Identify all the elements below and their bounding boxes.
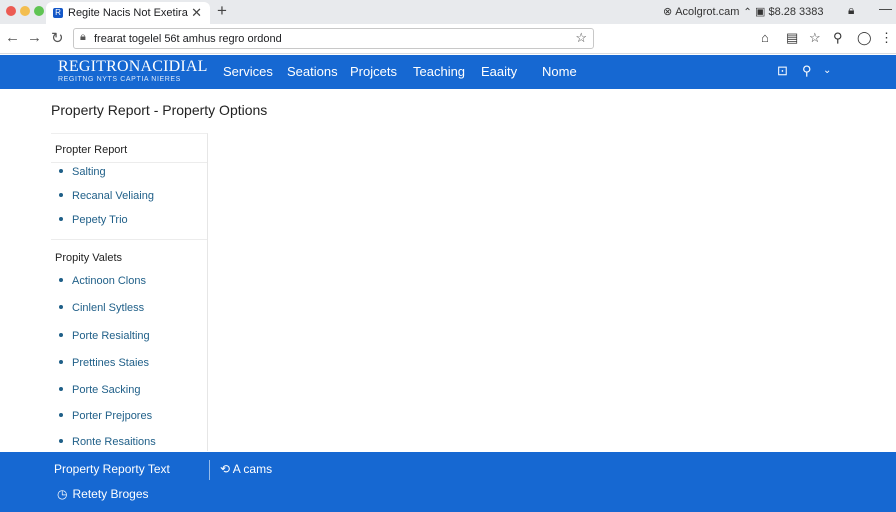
tab-title: Regite Nacis Not Exetira — [68, 7, 188, 19]
tab-close-icon[interactable]: ✕ — [191, 5, 202, 21]
bullet-icon — [59, 439, 63, 444]
browser-tab-strip: R Regite Nacis Not Exetira ✕ + ⊗ Acolgrot… — [0, 0, 896, 24]
sidebar-item-label: Cinlenl Sytless — [72, 302, 145, 314]
sidebar-item-label: Actinoon Clons — [72, 275, 146, 287]
cart-icon[interactable]: ⊡ — [777, 63, 788, 79]
footer-action-link[interactable]: ⟲ A cams — [220, 462, 272, 476]
logo-tagline: REGITNG NYTS CAPTIA NIERES — [58, 76, 181, 83]
lock-icon[interactable]: 🔒︎ — [848, 3, 854, 18]
bullet-icon — [59, 360, 63, 365]
share-icon: ⟲ — [220, 462, 231, 476]
sidebar-section-title: Propter Report — [55, 144, 128, 156]
minimize-icon[interactable]: — — [879, 1, 892, 16]
sidebar-item-prettines-staies[interactable]: Prettines Staies — [59, 357, 149, 369]
padlock-icon[interactable]: 🔒︎ — [80, 31, 86, 44]
site-favicon-icon: R — [53, 8, 63, 18]
clipboard-icon[interactable]: ▤ — [786, 30, 798, 46]
sidebar-item-porte-sacking[interactable]: Porte Sacking — [59, 384, 140, 396]
sidebar-item-label: Pepety Trio — [72, 214, 128, 226]
footer-title: Property Reporty Text — [54, 462, 170, 476]
bookmark-star-icon[interactable]: ☆ — [575, 30, 587, 46]
address-bar[interactable]: 🔒︎ frearat togelel 56t amhus regro ordon… — [73, 28, 594, 49]
browser-toolbar: ← → ↻ 🔒︎ frearat togelel 56t amhus regro… — [0, 24, 896, 54]
bullet-icon — [59, 305, 63, 310]
bullet-icon — [59, 387, 63, 392]
footer-divider — [209, 460, 210, 480]
section-divider — [51, 162, 207, 163]
nav-nome[interactable]: Nome — [542, 64, 577, 79]
chevron-up-icon: ⌃ — [743, 7, 752, 18]
back-arrow-icon[interactable]: ← — [5, 29, 20, 46]
window-close-button[interactable] — [6, 6, 16, 16]
bullet-icon — [59, 169, 63, 174]
account-circle-icon[interactable]: ◯ — [857, 30, 872, 46]
sidebar-item-label: Ronte Resaitions — [72, 436, 156, 448]
new-tab-button[interactable]: + — [217, 1, 227, 21]
footer-action-label: A cams — [232, 462, 273, 476]
bullet-icon — [59, 278, 63, 283]
sidebar-item-porter-prejpores[interactable]: Porter Prejpores — [59, 410, 152, 422]
page-title: Property Report - Property Options — [51, 102, 268, 118]
account-icon: ⊗ — [663, 6, 673, 18]
reload-icon[interactable]: ↻ — [51, 29, 64, 47]
nav-seations[interactable]: Seations — [287, 64, 338, 79]
sidebar-panel: Propter Report Salting Recanal Veliaing … — [51, 133, 208, 451]
sidebar-item-cinlenl-sytless[interactable]: Cinlenl Sytless — [59, 302, 144, 314]
nav-projcets[interactable]: Projcets — [350, 64, 397, 79]
site-logo[interactable]: REGITRONACIDIAL REGITNG NYTS CAPTIA NIER… — [58, 59, 208, 84]
bullet-icon — [59, 217, 63, 222]
url-text[interactable]: frearat togelel 56t amhus regro ordond — [94, 33, 282, 45]
bullet-icon — [59, 193, 63, 198]
calendar-icon: ▣ — [755, 6, 766, 18]
sidebar-item-salting[interactable]: Salting — [59, 166, 106, 178]
search-icon[interactable]: ⚲ — [802, 63, 812, 79]
site-footer: Property Reporty Text ⟲ A cams ◷ Retety B… — [0, 452, 896, 512]
sidebar-item-label: Porter Prejpores — [72, 410, 153, 422]
footer-link-label: Retety Broges — [72, 487, 149, 501]
extension-label: $8.28 3383 — [768, 6, 824, 18]
star-icon[interactable]: ☆ — [809, 30, 821, 46]
sidebar-item-ronte-resaitions[interactable]: Ronte Resaitions — [59, 436, 156, 448]
clock-icon: ◷ — [57, 487, 68, 501]
site-header: REGITRONACIDIAL REGITNG NYTS CAPTIA NIER… — [0, 55, 896, 89]
window-maximize-button[interactable] — [34, 6, 44, 16]
nav-services[interactable]: Services — [223, 64, 273, 79]
bullet-icon — [59, 333, 63, 338]
sidebar-section-title: Propity Valets — [55, 252, 123, 264]
bullet-icon — [59, 413, 63, 418]
window-minimize-button[interactable] — [20, 6, 30, 16]
forward-arrow-icon[interactable]: → — [27, 29, 42, 46]
footer-bottom-link[interactable]: ◷ Retety Broges — [57, 487, 149, 501]
nav-eaaity[interactable]: Eaaity — [481, 64, 517, 79]
nav-teaching[interactable]: Teaching — [413, 64, 465, 79]
sidebar-item-porte-resialting[interactable]: Porte Resialting — [59, 330, 150, 342]
section-divider — [51, 239, 207, 240]
browser-tab-active[interactable]: R Regite Nacis Not Exetira ✕ — [46, 2, 210, 24]
sidebar-item-actinoon-clons[interactable]: Actinoon Clons — [59, 275, 146, 287]
extension-chip[interactable]: ▣ $8.28 3383 — [755, 5, 824, 18]
sidebar-item-label: Prettines Staies — [72, 357, 150, 369]
profile-label: Acolgrot.cam — [675, 6, 740, 18]
chevron-down-icon[interactable]: ⌄ — [823, 65, 831, 76]
search-icon[interactable]: ⚲ — [833, 30, 843, 46]
sidebar-item-label: Recanal Veliaing — [72, 190, 154, 202]
sidebar-item-label: Porte Sacking — [72, 384, 141, 396]
sidebar-item-label: Porte Resialting — [72, 330, 150, 342]
home-icon[interactable]: ⌂ — [761, 30, 769, 45]
sidebar-item-pepety-trio[interactable]: Pepety Trio — [59, 214, 128, 226]
logo-wordmark: REGITRONACIDIAL — [58, 58, 208, 75]
profile-chip[interactable]: ⊗ Acolgrot.cam ⌃ — [663, 5, 752, 18]
menu-dots-icon[interactable]: ⋮ — [880, 30, 893, 46]
sidebar-item-recanal-veliaing[interactable]: Recanal Veliaing — [59, 190, 154, 202]
sidebar-item-label: Salting — [72, 166, 106, 178]
